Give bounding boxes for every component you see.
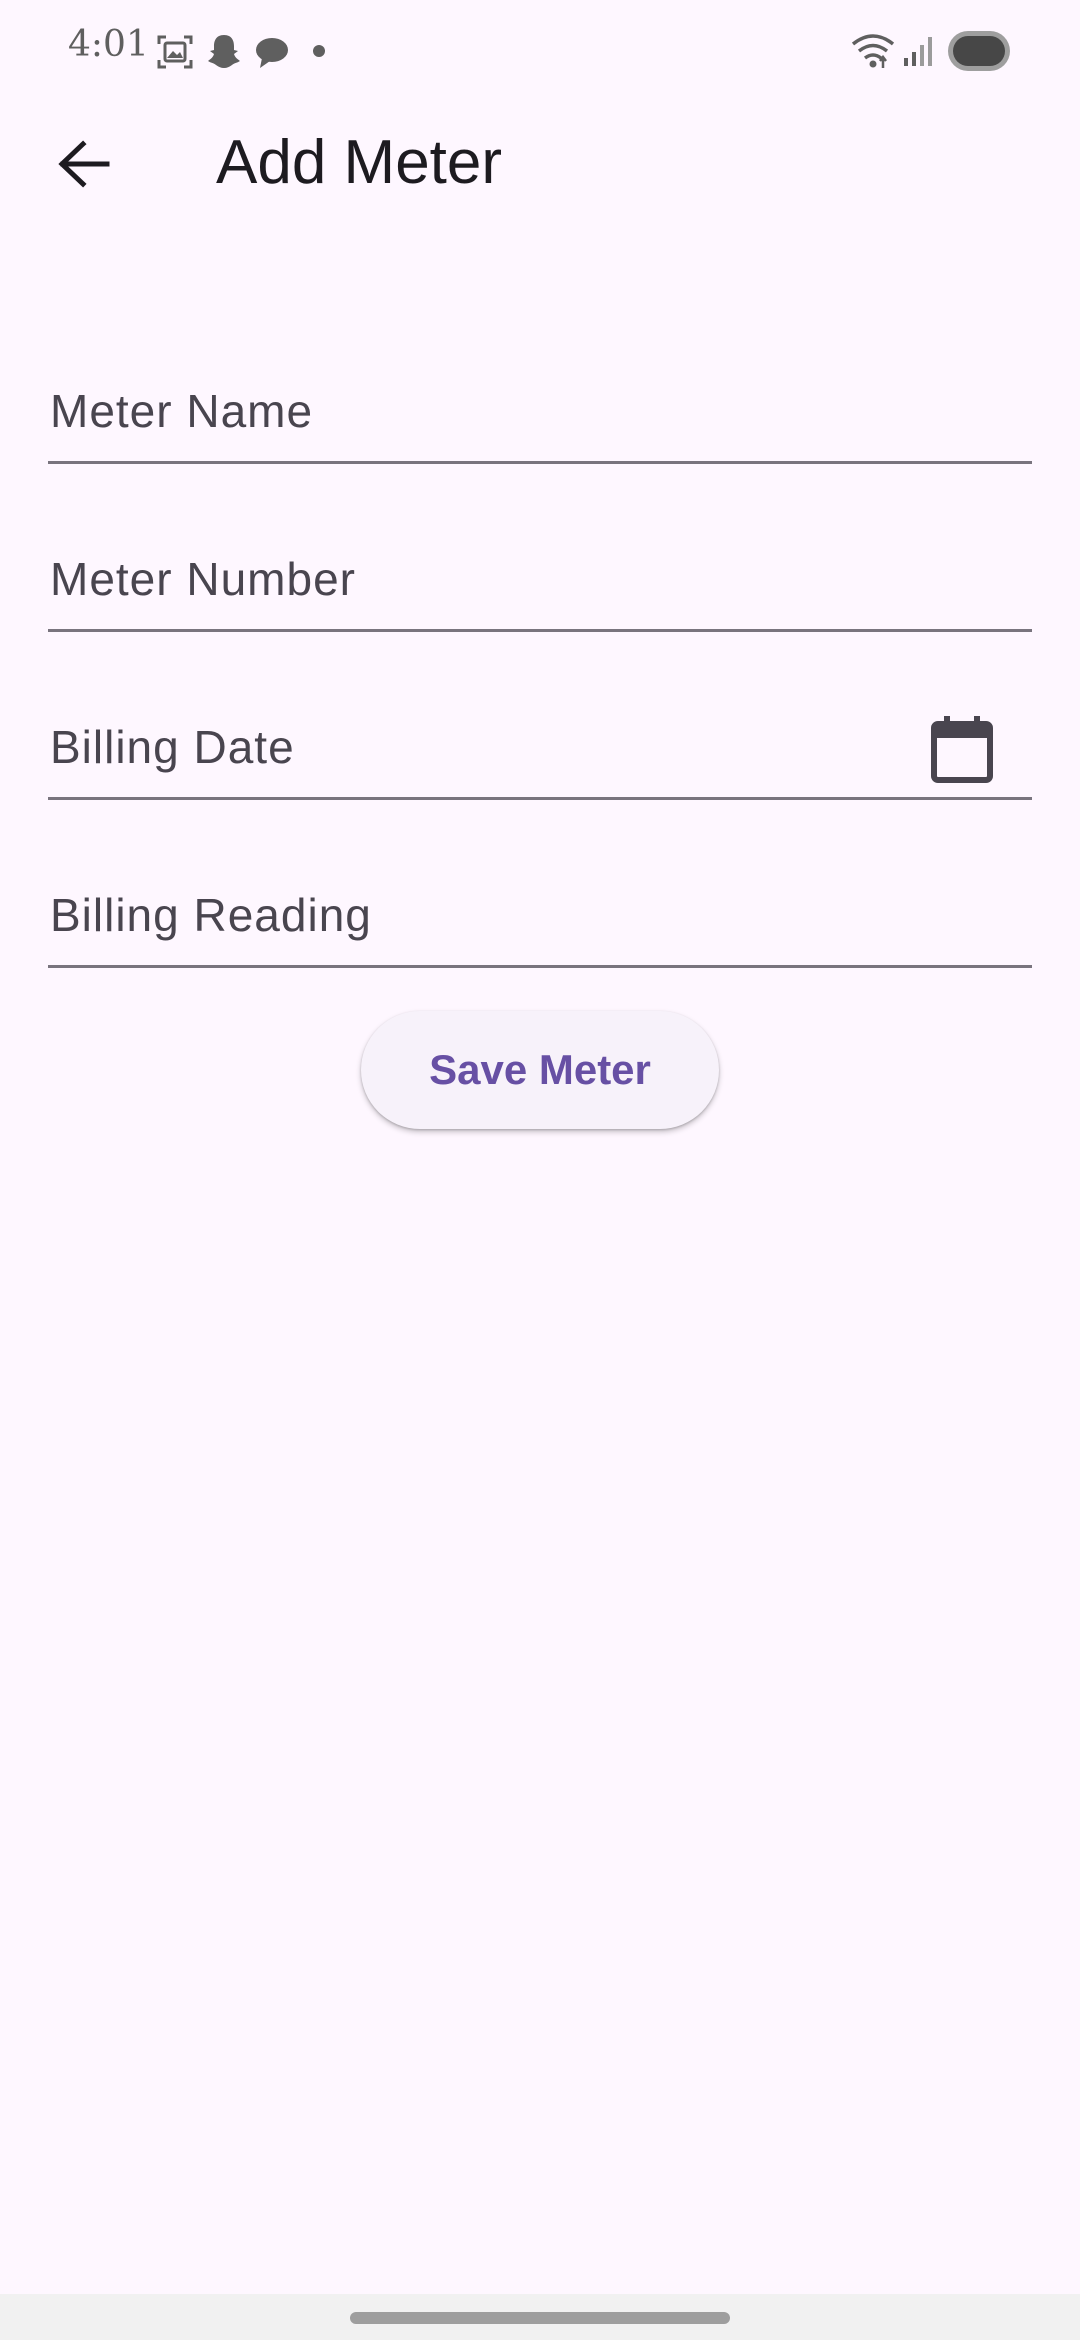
billing-reading-field[interactable]: Billing Reading [48,848,1032,968]
battery-icon [948,31,1010,71]
meter-number-field[interactable]: Meter Number [48,512,1032,632]
status-time: 4:01 [68,24,149,65]
billing-date-field[interactable]: Billing Date [48,680,1032,800]
chat-icon [256,38,288,68]
save-meter-button[interactable]: Save Meter [361,1011,719,1129]
calendar-icon[interactable] [930,714,994,784]
meter-number-label: Meter Number [50,553,356,605]
signal-icon [904,37,932,66]
back-button[interactable] [34,124,134,204]
meter-name-label: Meter Name [50,385,314,437]
meter-name-field[interactable]: Meter Name [48,344,1032,464]
navigation-bar [0,2294,1080,2340]
home-indicator[interactable] [350,2312,730,2324]
status-bar: 4:01 [0,0,1080,100]
arrow-back-icon [58,140,110,188]
screenshot-icon [157,35,193,69]
page-title: Add Meter [216,128,503,197]
billing-reading-label: Billing Reading [50,889,372,941]
app-bar: Add Meter [0,100,1080,226]
snapchat-icon [208,35,240,68]
billing-date-label: Billing Date [50,721,295,773]
add-meter-screen: 4:01 Add Meter Meter Name Meter Number B… [0,0,1080,2340]
wifi-icon [851,34,895,68]
dot-icon [313,45,325,57]
